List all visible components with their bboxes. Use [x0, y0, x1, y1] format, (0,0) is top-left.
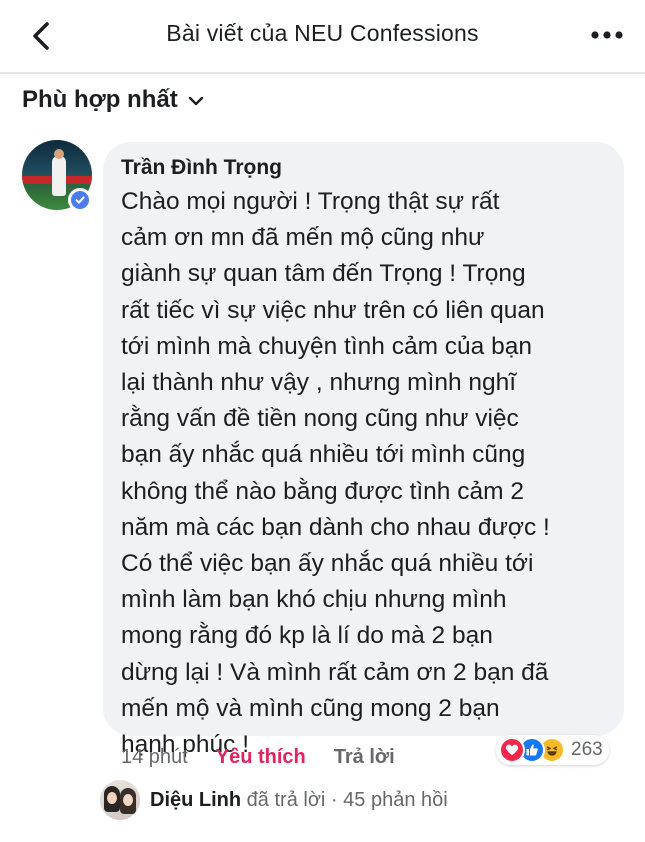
- verified-badge-icon: [68, 188, 92, 212]
- comment-line: năm mà các bạn dành cho nhau được !: [121, 513, 550, 541]
- comment-line: không thể nào bằng được tình cảm 2: [121, 477, 524, 505]
- comment-line: lại thành như vậy , nhưng mình nghĩ: [121, 369, 517, 397]
- comment-line: bạn ấy nhắc quá nhiều tới mình cũng: [121, 441, 526, 469]
- reaction-summary[interactable]: 263: [496, 735, 609, 765]
- comment-text: Chào mọi người ! Trọng thật sự rất cảm ơ…: [121, 184, 606, 763]
- sort-dropdown[interactable]: Phù hợp nhất: [22, 86, 204, 114]
- comment-line: mong rằng đó kp là lí do mà 2 bạn: [121, 622, 493, 650]
- comment-actions: 14 phút Yêu thích Trả lời: [121, 746, 395, 769]
- reply-preview[interactable]: Diệu Linh đã trả lời · 45 phản hồi: [100, 780, 448, 820]
- comment-line: rất tiếc vì sự việc như trên có liên qua…: [121, 296, 545, 324]
- comment-line: dừng lại ! Và mình rất cảm ơn 2 bạn đã: [121, 658, 549, 686]
- reply-author: Diệu Linh: [150, 788, 242, 811]
- page-title: Bài viết của NEU Confessions: [166, 20, 479, 46]
- comment-time: 14 phút: [121, 746, 188, 768]
- like-button[interactable]: Yêu thích: [216, 746, 306, 769]
- comment-line: mến mộ và mình cũng mong 2 bạn: [121, 694, 500, 722]
- comment-line: giành sự quan tâm đến Trọng ! Trọng: [121, 260, 526, 288]
- love-reaction-icon: [499, 737, 525, 763]
- more-options-button[interactable]: [589, 26, 625, 44]
- reply-summary: Diệu Linh đã trả lời · 45 phản hồi: [150, 789, 448, 812]
- comment-bubble: Trần Đình Trọng Chào mọi người ! Trọng t…: [103, 142, 624, 758]
- reply-count-text: đã trả lời · 45 phản hồi: [246, 788, 448, 811]
- reply-avatar: [100, 780, 140, 820]
- comment-line: tới mình mà chuyện tình cảm của bạn: [121, 332, 532, 360]
- chevron-down-icon: [188, 96, 203, 106]
- sort-label: Phù hợp nhất: [22, 86, 178, 113]
- more-horizontal-icon: [591, 31, 623, 39]
- top-bar: Bài viết của NEU Confessions: [0, 0, 645, 74]
- comment-line: cảm ơn mn đã mến mộ cũng như: [121, 224, 485, 252]
- comment-author[interactable]: Trần Đình Trọng: [121, 156, 606, 180]
- comment-line: rằng vấn đề tiền nong cũng như việc: [121, 405, 519, 433]
- comment-line: Chào mọi người ! Trọng thật sự rất: [121, 188, 500, 215]
- reply-button[interactable]: Trả lời: [334, 746, 395, 769]
- comment-line: mình làm bạn khó chịu nhưng mình: [121, 586, 507, 614]
- reaction-count: 263: [571, 739, 603, 760]
- comment-line: Có thể việc bạn ấy nhắc quá nhiều tới: [121, 550, 534, 578]
